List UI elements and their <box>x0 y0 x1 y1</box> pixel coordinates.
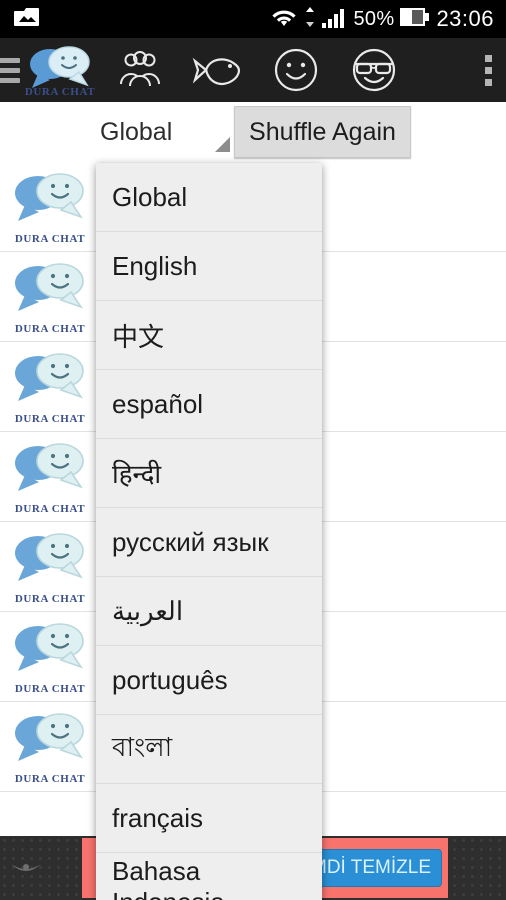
cellular-signal-icon <box>321 6 348 33</box>
status-bar-indicators: 50% 23:06 <box>270 6 506 33</box>
status-bar: 50% 23:06 <box>0 0 506 38</box>
avatar-caption: DURA CHAT <box>14 682 86 695</box>
language-option[interactable]: Bahasa Indonesia <box>96 853 322 900</box>
avatar-caption: DURA CHAT <box>14 592 86 605</box>
language-option-label: русский язык <box>112 526 269 557</box>
battery-percent-label: 50% <box>353 7 395 30</box>
language-option[interactable]: العربية <box>96 577 322 646</box>
brand-caption: DURA CHAT <box>24 86 96 98</box>
dura-chat-logo[interactable]: DURA CHAT <box>24 42 96 98</box>
language-option[interactable]: español <box>96 370 322 439</box>
language-option-label: Bahasa Indonesia <box>112 856 225 900</box>
language-dropdown-menu[interactable]: Global English 中文 español हिन्दी русский язык… <box>96 163 322 900</box>
avatar: DURA CHAT <box>8 619 92 695</box>
cool-sunglasses-icon[interactable] <box>346 42 402 98</box>
avatar: DURA CHAT <box>8 709 92 785</box>
language-option-label: हिन्दी <box>112 459 162 489</box>
language-option-label: português <box>112 664 228 695</box>
hamburger-menu-icon[interactable] <box>0 57 20 83</box>
avatar-caption: DURA CHAT <box>14 232 86 245</box>
clock-label: 23:06 <box>436 6 494 31</box>
wifi-icon <box>270 6 298 33</box>
smiley-face-icon[interactable] <box>268 42 324 98</box>
language-option-label: español <box>112 388 204 419</box>
data-transfer-icon <box>304 6 316 33</box>
app-toolbar: DURA CHAT <box>0 38 506 102</box>
dropdown-triangle-icon <box>215 137 230 152</box>
language-option[interactable]: Global <box>96 163 322 232</box>
battery-icon <box>400 7 430 32</box>
avatar: DURA CHAT <box>8 529 92 605</box>
avatar: DURA CHAT <box>8 349 92 425</box>
language-spinner-value: Global <box>100 117 173 146</box>
language-option[interactable]: English <box>96 232 322 301</box>
phone-screen: 50% 23:06 DURA CHAT Global Shuffle Again… <box>0 0 506 900</box>
language-option[interactable]: português <box>96 646 322 715</box>
overflow-menu-icon[interactable] <box>485 54 492 86</box>
image-icon <box>14 6 40 33</box>
avatar-caption: DURA CHAT <box>14 412 86 425</box>
language-option-label: 中文 <box>112 321 165 352</box>
people-group-icon[interactable] <box>112 42 168 98</box>
fish-icon[interactable] <box>190 42 246 98</box>
avatar-caption: DURA CHAT <box>14 322 86 335</box>
avatar: DURA CHAT <box>8 259 92 335</box>
language-option[interactable]: français <box>96 784 322 853</box>
language-option[interactable]: 中文 <box>96 301 322 370</box>
status-bar-notifications <box>0 6 40 33</box>
ad-eye-icon <box>6 858 46 880</box>
language-option[interactable]: বাংলা <box>96 715 322 784</box>
language-option-label: English <box>112 250 198 281</box>
avatar-caption: DURA CHAT <box>14 772 86 785</box>
avatar-caption: DURA CHAT <box>14 502 86 515</box>
language-option-label: বাংলা <box>112 732 173 762</box>
language-option[interactable]: हिन्दी <box>96 439 322 508</box>
language-spinner[interactable]: Global <box>100 110 230 154</box>
avatar: DURA CHAT <box>8 169 92 245</box>
avatar: DURA CHAT <box>8 439 92 515</box>
language-option-label: Global <box>112 181 188 212</box>
toolbar-icon-group <box>112 42 402 98</box>
language-option-label: العربية <box>112 595 184 626</box>
language-option[interactable]: русский язык <box>96 508 322 577</box>
shuffle-again-label: Shuffle Again <box>249 117 396 146</box>
shuffle-again-button[interactable]: Shuffle Again <box>234 106 411 158</box>
language-option-label: français <box>112 802 204 833</box>
